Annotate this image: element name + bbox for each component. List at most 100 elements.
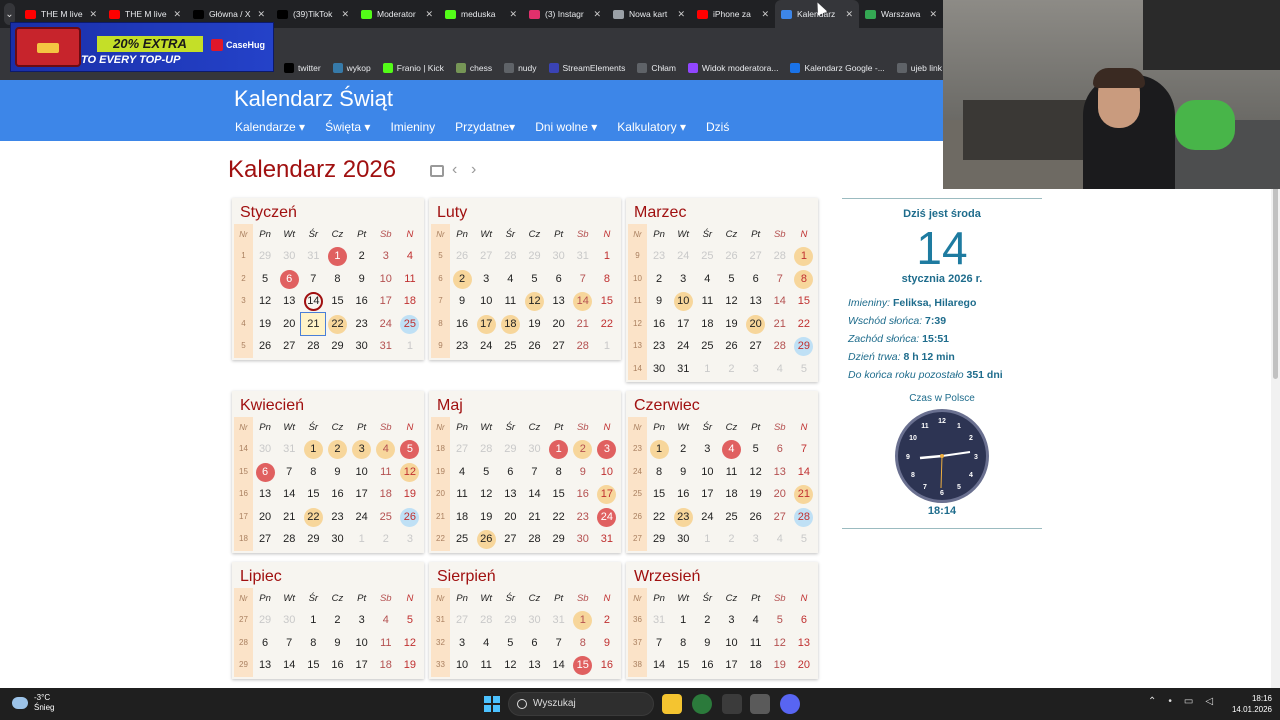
day-cell[interactable]: 23	[571, 506, 595, 529]
day-cell[interactable]: 9	[571, 461, 595, 484]
day-cell[interactable]: 24	[474, 335, 498, 358]
day-cell[interactable]: 7	[277, 461, 301, 484]
nav-item[interactable]: Kalkulatory ▾	[617, 120, 686, 134]
display-icon[interactable]: ▭	[1184, 696, 1193, 707]
bookmark-item[interactable]: nudy	[504, 63, 537, 73]
microphone-icon[interactable]: •	[1168, 696, 1172, 707]
day-cell[interactable]: 15	[792, 290, 816, 313]
day-cell[interactable]: 4	[768, 358, 792, 381]
day-cell[interactable]: 13	[253, 654, 277, 677]
day-cell[interactable]: 17	[595, 483, 619, 506]
day-cell[interactable]: 2	[374, 528, 398, 551]
day-cell[interactable]: 9	[350, 268, 374, 291]
day-cell[interactable]: 22	[325, 313, 349, 336]
day-cell[interactable]: 9	[325, 632, 349, 655]
browser-tab[interactable]: iPhone za ✕	[691, 0, 775, 28]
day-cell[interactable]: 29	[253, 609, 277, 632]
month-name[interactable]: Styczeń	[232, 198, 424, 224]
day-cell[interactable]: 3	[744, 358, 768, 381]
day-cell[interactable]: 4	[695, 268, 719, 291]
day-cell[interactable]: 27	[498, 528, 522, 551]
day-cell[interactable]: 1	[301, 609, 325, 632]
app-icon[interactable]	[722, 694, 742, 714]
bookmark-item[interactable]: Chłam	[637, 63, 676, 73]
nav-item[interactable]: Imieniny	[390, 120, 435, 134]
day-cell[interactable]: 27	[450, 438, 474, 461]
day-cell[interactable]: 5	[719, 268, 743, 291]
site-title[interactable]: Kalendarz Świąt	[234, 86, 393, 112]
day-cell[interactable]: 1	[325, 245, 349, 268]
day-cell[interactable]: 27	[768, 506, 792, 529]
day-cell[interactable]: 31	[671, 358, 695, 381]
day-cell[interactable]: 10	[671, 290, 695, 313]
day-cell[interactable]: 8	[301, 632, 325, 655]
day-cell[interactable]: 25	[398, 313, 422, 336]
tab-close-icon[interactable]: ✕	[761, 9, 769, 20]
day-cell[interactable]: 2	[595, 609, 619, 632]
tab-close-icon[interactable]: ✕	[89, 9, 97, 20]
day-cell[interactable]: 20	[744, 313, 768, 336]
day-cell[interactable]: 29	[325, 335, 349, 358]
app-window-icon[interactable]	[750, 694, 770, 714]
day-cell[interactable]: 1	[695, 358, 719, 381]
day-cell[interactable]: 9	[695, 632, 719, 655]
day-cell[interactable]: 31	[277, 438, 301, 461]
day-cell[interactable]: 13	[498, 483, 522, 506]
day-cell[interactable]: 30	[253, 438, 277, 461]
day-cell[interactable]: 1	[595, 245, 619, 268]
bookmark-item[interactable]: StreamElements	[548, 63, 625, 73]
day-cell[interactable]: 21	[571, 313, 595, 336]
day-cell[interactable]: 15	[301, 483, 325, 506]
day-cell[interactable]: 14	[522, 483, 546, 506]
day-cell[interactable]: 21	[277, 506, 301, 529]
day-cell[interactable]: 3	[595, 438, 619, 461]
day-cell[interactable]: 8	[792, 268, 816, 291]
speaker-icon[interactable]: ◁	[1205, 696, 1213, 707]
day-cell[interactable]: 10	[374, 268, 398, 291]
day-cell[interactable]: 5	[498, 632, 522, 655]
day-cell[interactable]: 16	[571, 483, 595, 506]
day-cell[interactable]: 9	[595, 632, 619, 655]
day-cell[interactable]: 14	[301, 290, 325, 313]
day-cell[interactable]: 7	[277, 632, 301, 655]
day-cell[interactable]: 22	[792, 313, 816, 336]
day-cell[interactable]: 3	[695, 438, 719, 461]
day-cell[interactable]: 15	[647, 483, 671, 506]
bookmark-item[interactable]: Kalendarz Google -...	[790, 63, 885, 73]
month-name[interactable]: Kwiecień	[232, 391, 424, 417]
day-cell[interactable]: 7	[768, 268, 792, 291]
day-cell[interactable]: 7	[647, 632, 671, 655]
day-cell[interactable]: 2	[719, 358, 743, 381]
day-cell[interactable]: 7	[571, 268, 595, 291]
day-cell[interactable]: 22	[301, 506, 325, 529]
day-cell[interactable]: 29	[498, 438, 522, 461]
day-cell[interactable]: 21	[300, 311, 327, 336]
day-cell[interactable]: 31	[647, 609, 671, 632]
day-cell[interactable]: 21	[792, 483, 816, 506]
day-cell[interactable]: 18	[744, 654, 768, 677]
day-cell[interactable]: 15	[671, 654, 695, 677]
day-cell[interactable]: 3	[350, 438, 374, 461]
day-cell[interactable]: 8	[301, 461, 325, 484]
day-cell[interactable]: 10	[350, 632, 374, 655]
day-cell[interactable]: 6	[792, 609, 816, 632]
day-cell[interactable]: 13	[792, 632, 816, 655]
day-cell[interactable]: 12	[398, 461, 422, 484]
day-cell[interactable]: 10	[695, 461, 719, 484]
day-cell[interactable]: 13	[253, 483, 277, 506]
day-cell[interactable]: 5	[744, 438, 768, 461]
day-cell[interactable]: 14	[647, 654, 671, 677]
day-cell[interactable]: 6	[277, 268, 301, 291]
day-cell[interactable]: 1	[301, 438, 325, 461]
day-cell[interactable]: 9	[671, 461, 695, 484]
day-cell[interactable]: 25	[374, 506, 398, 529]
casehug-ad-banner[interactable]: 20% EXTRA TO EVERY TOP-UP CaseHug	[10, 22, 274, 72]
day-cell[interactable]: 14	[768, 290, 792, 313]
nav-item[interactable]: Przydatne▾	[455, 120, 515, 134]
day-cell[interactable]: 27	[474, 245, 498, 268]
day-cell[interactable]: 30	[571, 528, 595, 551]
day-cell[interactable]: 20	[277, 313, 301, 336]
day-cell[interactable]: 5	[768, 609, 792, 632]
day-cell[interactable]: 11	[474, 654, 498, 677]
tab-close-icon[interactable]: ✕	[425, 9, 433, 20]
